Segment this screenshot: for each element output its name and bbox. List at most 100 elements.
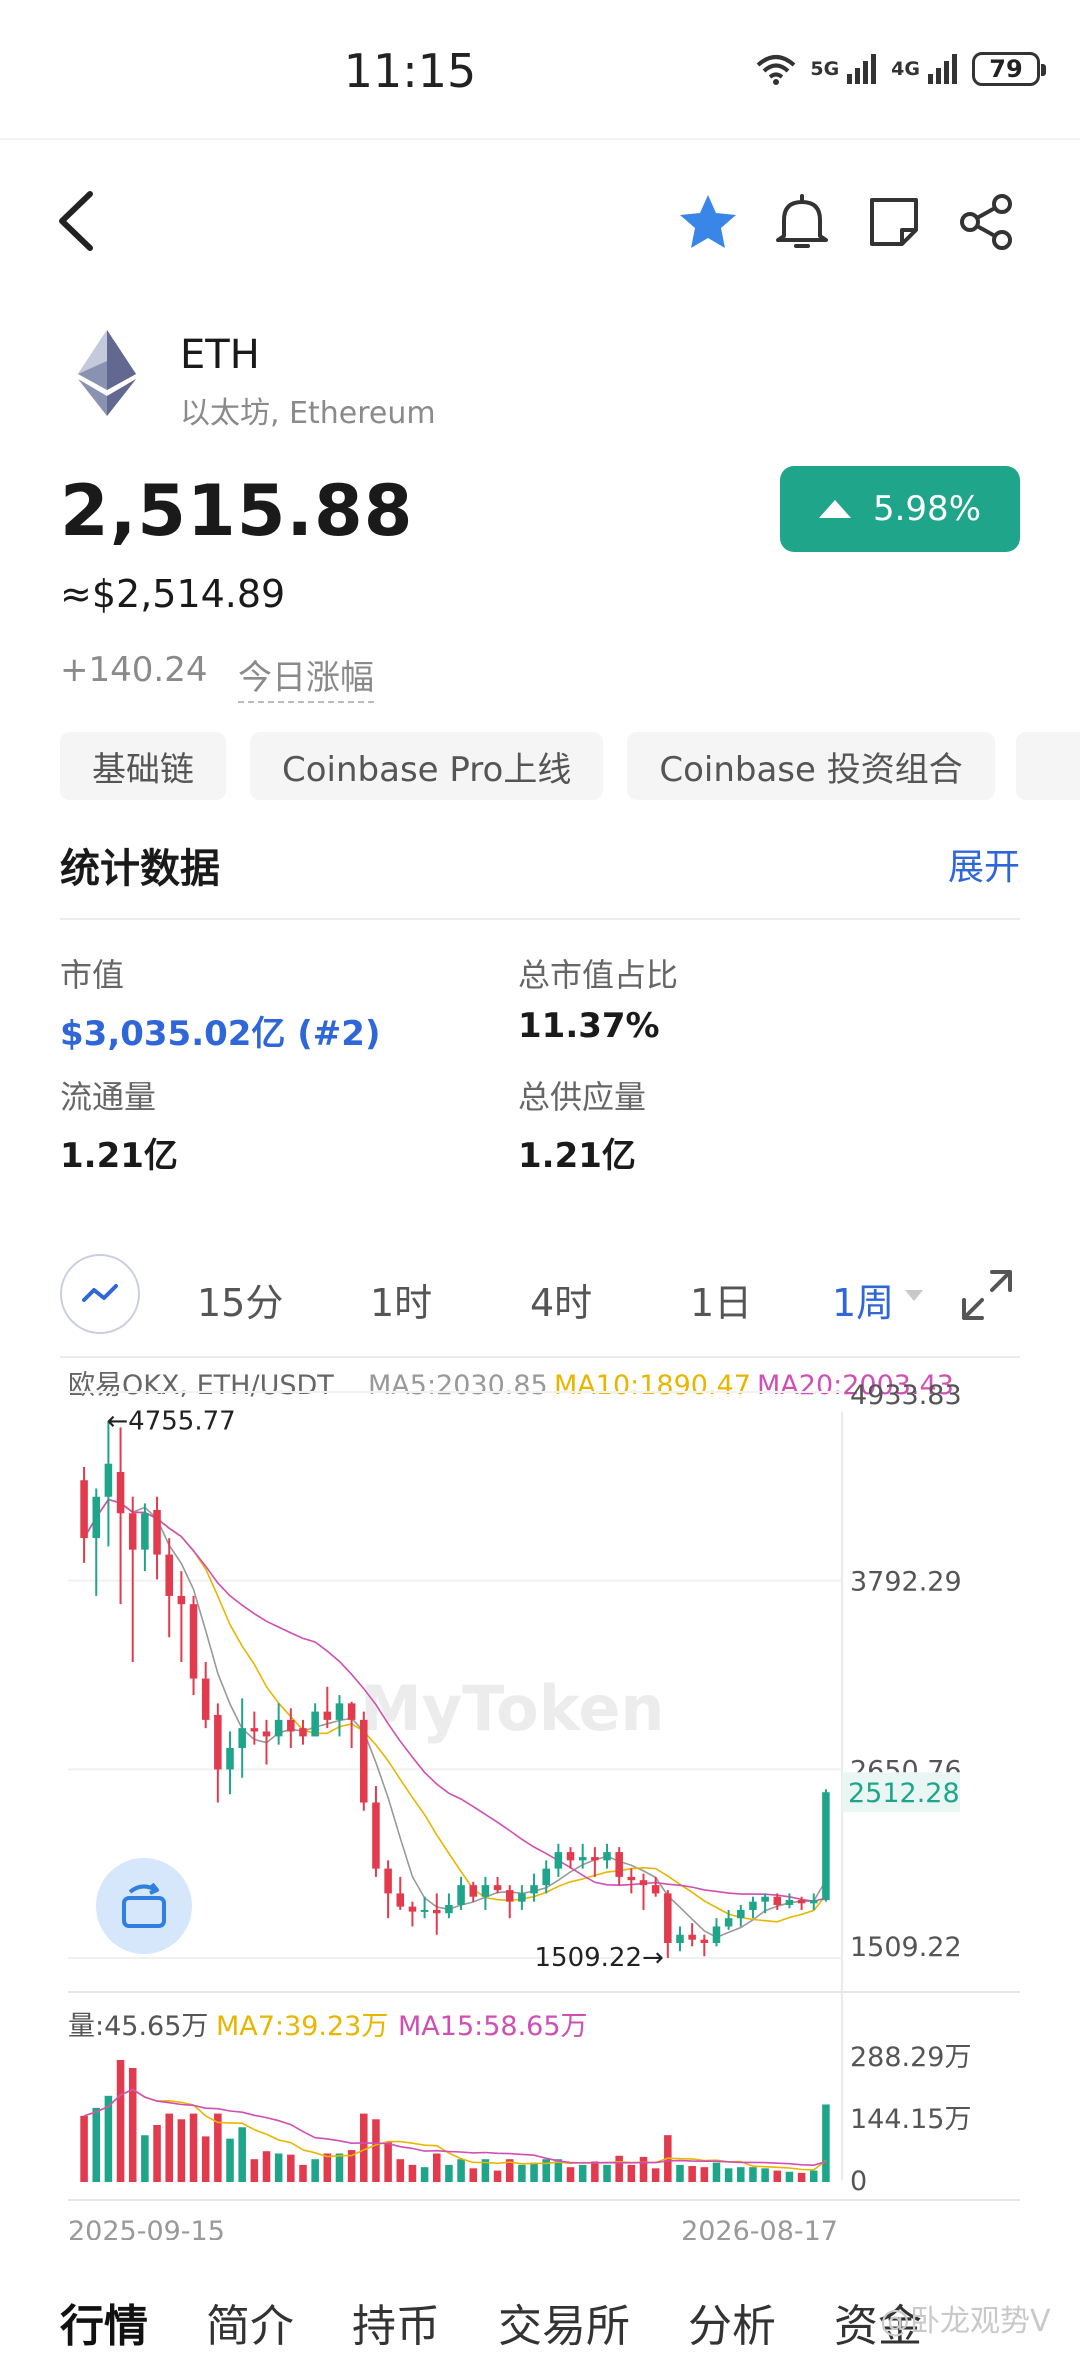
- candle: [566, 1852, 575, 1861]
- volume-bar: [250, 2159, 259, 2182]
- timeframe-1h[interactable]: 1时: [370, 1272, 432, 1327]
- volume-bar: [822, 2104, 830, 2182]
- tag-item[interactable]: Coinbase 投资组合: [627, 732, 995, 800]
- candle: [323, 1711, 332, 1720]
- candle: [347, 1703, 356, 1720]
- volume-tick-label: 288.29万: [850, 2042, 971, 2073]
- price-tick-label: 1509.22: [850, 1932, 962, 1963]
- total-supply-label: 总供应量: [518, 1078, 647, 1116]
- candle: [749, 1901, 757, 1910]
- volume-bar: [153, 2124, 161, 2182]
- candle: [651, 1885, 660, 1894]
- candle: [603, 1852, 611, 1861]
- candle: [457, 1885, 465, 1905]
- tab-holders[interactable]: 持币: [352, 2290, 440, 2354]
- chart-source-label: 欧易OKX, ETH/USDT: [68, 1370, 334, 1401]
- candle: [761, 1896, 769, 1902]
- battery-indicator: 79: [972, 52, 1046, 86]
- candle: [226, 1747, 234, 1770]
- timeframe-1w[interactable]: 1周: [832, 1272, 894, 1327]
- volume-bar: [785, 2171, 794, 2182]
- chevron-down-icon[interactable]: [905, 1290, 923, 1301]
- candle: [335, 1703, 344, 1720]
- volume-bar: [676, 2164, 684, 2182]
- volume-bar: [493, 2170, 502, 2182]
- expand-button[interactable]: 展开: [948, 838, 1020, 890]
- candle: [785, 1900, 794, 1905]
- volume-bar: [384, 2142, 392, 2182]
- tag-item-partial[interactable]: [1016, 732, 1080, 800]
- volume-bar: [797, 2172, 806, 2182]
- total-supply-value: 1.21亿: [518, 1136, 636, 1176]
- price-chart[interactable]: 欧易OKX, ETH/USDT MA5:2030.85 MA10:1890.47…: [0, 1360, 1080, 2240]
- ma5-label: MA5:2030.85: [368, 1370, 548, 1401]
- candle: [214, 1714, 222, 1770]
- market-cap-value[interactable]: $3,035.02亿 (#2): [60, 1006, 381, 1055]
- chart-type-button[interactable]: [60, 1254, 140, 1334]
- volume-bar: [566, 2167, 575, 2182]
- market-cap-label: 市值: [60, 956, 125, 994]
- volume-bar: [104, 2095, 113, 2182]
- volume-bar: [761, 2168, 769, 2182]
- ethereum-logo-icon: [78, 330, 136, 416]
- volume-bar: [639, 2156, 648, 2182]
- back-icon[interactable]: [52, 188, 102, 254]
- volume-bar: [311, 2159, 319, 2182]
- signal-icon: [928, 54, 957, 84]
- network-4g-label: 4G: [891, 58, 920, 80]
- timeframe-1d[interactable]: 1日: [690, 1272, 752, 1327]
- timeframe-15m[interactable]: 15分: [197, 1272, 283, 1327]
- volume-bar: [274, 2153, 283, 2182]
- coin-symbol: ETH: [180, 332, 260, 378]
- tab-exchanges[interactable]: 交易所: [498, 2290, 630, 2354]
- tab-market[interactable]: 行情: [60, 2290, 148, 2354]
- volume-bar: [238, 2127, 246, 2182]
- tag-item[interactable]: 基础链: [60, 732, 226, 800]
- volume-bar: [360, 2113, 368, 2182]
- candle: [189, 1604, 198, 1679]
- volume-bar: [323, 2153, 332, 2182]
- candle: [627, 1876, 636, 1881]
- rotate-icon: [122, 1882, 166, 1928]
- volume-bar: [201, 2136, 210, 2182]
- volume-bar: [737, 2167, 745, 2182]
- low-price-marker: 1509.22→: [535, 1943, 664, 1973]
- candle: [530, 1885, 538, 1894]
- candle: [92, 1496, 101, 1539]
- volume-bar: [226, 2138, 234, 2182]
- status-time: 11:15: [343, 44, 477, 98]
- price-change-badge[interactable]: 5.98%: [780, 466, 1020, 552]
- line-chart-icon: [82, 1284, 118, 1302]
- candle: [591, 1857, 599, 1861]
- timeframe-4h[interactable]: 4时: [530, 1272, 592, 1327]
- star-icon[interactable]: [676, 190, 740, 254]
- stats-divider: [60, 918, 1020, 920]
- arrow-up-icon: [818, 500, 851, 518]
- candle: [518, 1893, 526, 1902]
- candle: [664, 1893, 672, 1943]
- candle: [177, 1595, 186, 1605]
- candle: [311, 1711, 319, 1737]
- share-icon[interactable]: [954, 190, 1018, 254]
- volume-bar: [651, 2168, 660, 2182]
- bell-icon[interactable]: [770, 190, 834, 254]
- weibo-watermark: @卧龙观势V: [880, 2304, 1051, 2339]
- note-icon[interactable]: [862, 190, 926, 254]
- fullscreen-icon[interactable]: [958, 1266, 1016, 1324]
- moving-average-line: [83, 1498, 827, 1923]
- candle: [372, 1802, 380, 1869]
- tab-intro[interactable]: 简介: [206, 2290, 294, 2354]
- rotate-screen-button[interactable]: [96, 1858, 192, 1954]
- today-change-label[interactable]: 今日涨幅: [238, 650, 374, 703]
- candle: [384, 1868, 392, 1894]
- wifi-icon: [757, 55, 796, 85]
- tag-item[interactable]: Coinbase Pro上线: [250, 732, 604, 800]
- tab-analysis[interactable]: 分析: [688, 2290, 776, 2354]
- candle: [688, 1934, 696, 1940]
- candle: [420, 1909, 429, 1912]
- volume-bar: [445, 2164, 453, 2182]
- volume-bar: [700, 2167, 709, 2182]
- high-price-marker: ←4755.77: [106, 1406, 235, 1436]
- volume-bar: [518, 2164, 526, 2182]
- volume-bar: [372, 2119, 380, 2182]
